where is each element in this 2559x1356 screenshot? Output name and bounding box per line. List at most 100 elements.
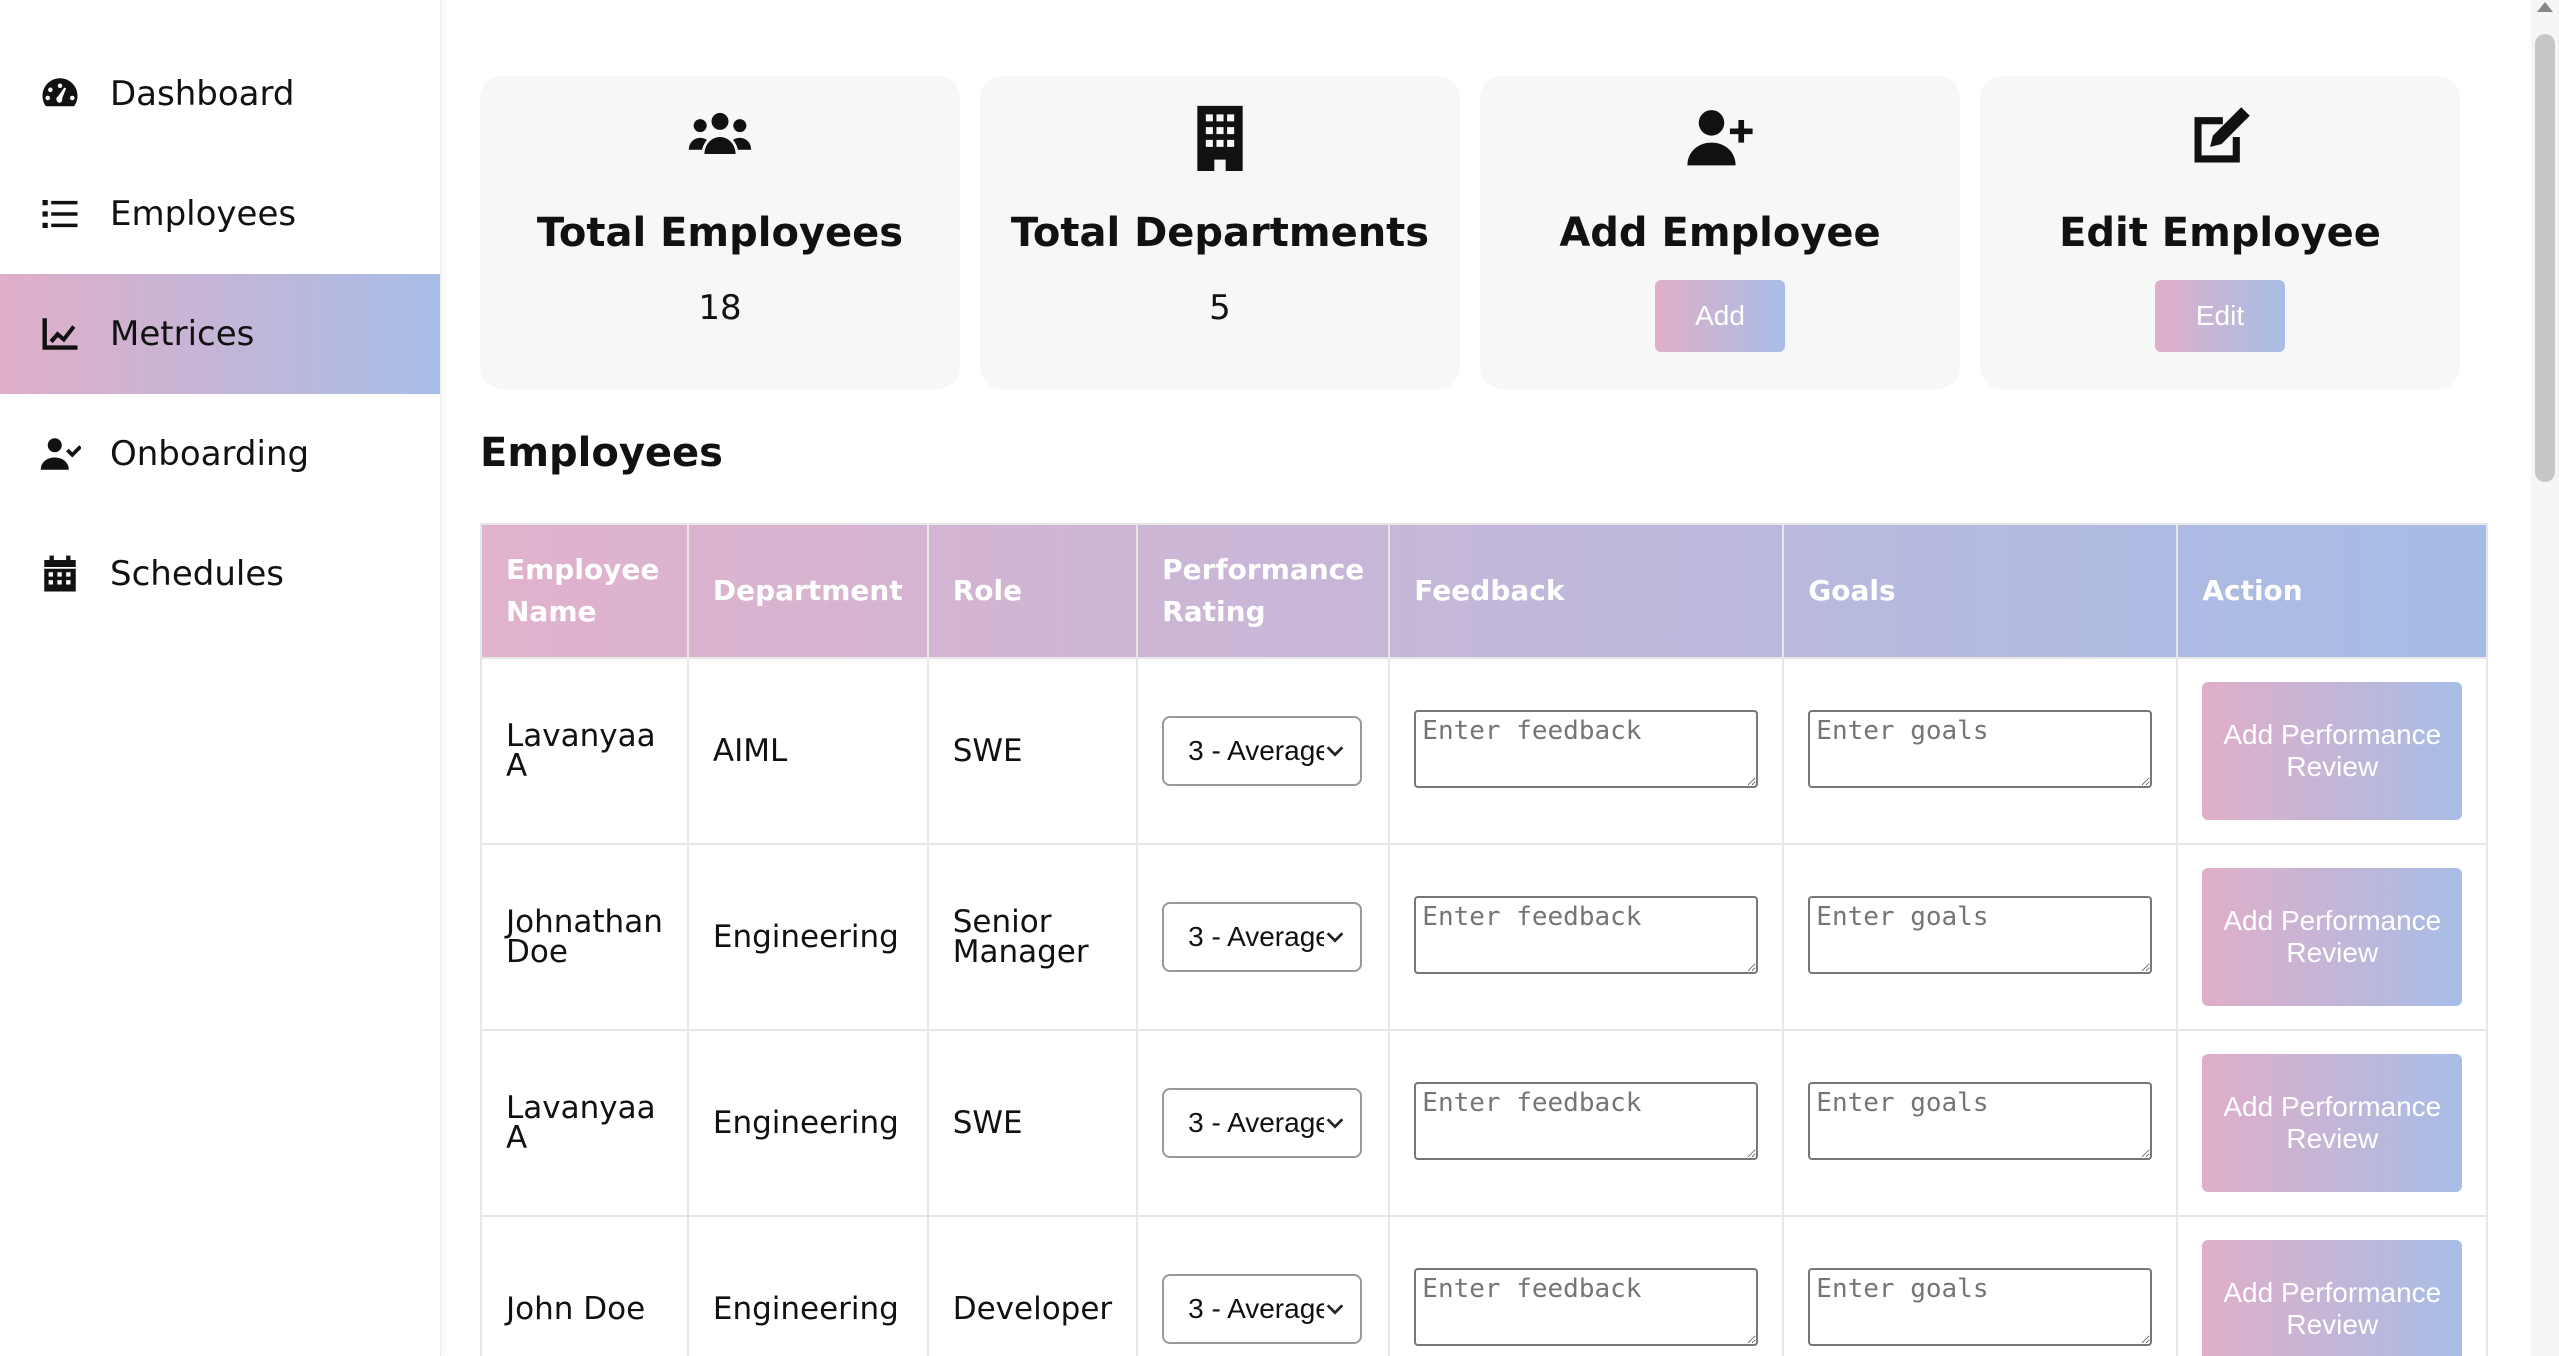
feedback-cell	[1388, 843, 1785, 1031]
sidebar-item-metrices[interactable]: Metrices	[0, 274, 440, 394]
department-cell: Engineering	[686, 843, 929, 1031]
feedback-input[interactable]	[1414, 1267, 1759, 1346]
edit-employee-button[interactable]: Edit	[2155, 280, 2285, 352]
sidebar-item-label: Employees	[110, 194, 297, 234]
feedback-cell	[1388, 1029, 1785, 1217]
total-employees-card: Total Employees 18	[480, 76, 960, 389]
goals-cell	[1782, 657, 2179, 845]
feedback-input[interactable]	[1414, 709, 1759, 788]
add-performance-review-button[interactable]: Add Performance Review	[2202, 868, 2463, 1006]
sidebar-item-employees[interactable]: Employees	[0, 154, 440, 274]
feedback-input[interactable]	[1414, 895, 1759, 974]
goals-input[interactable]	[1808, 895, 2153, 974]
role-cell: SWE	[926, 657, 1139, 845]
rating-select-value: 3 - Average	[1188, 1108, 1325, 1138]
add-performance-review-button[interactable]: Add Performance Review	[2202, 682, 2463, 820]
add-employee-card: Add Employee Add	[1480, 76, 1960, 389]
chevron-down-icon	[1324, 738, 1350, 764]
rating-cell: 3 - Average	[1136, 657, 1391, 845]
goals-input[interactable]	[1808, 1267, 2153, 1346]
total-employees-value: 18	[698, 288, 742, 328]
building-icon	[1185, 102, 1255, 172]
action-cell: Add Performance Review	[2176, 657, 2489, 845]
card-title: Total Employees	[536, 210, 904, 256]
action-cell: Add Performance Review	[2176, 1215, 2489, 1356]
table-row: Johnathan Doe Engineering Senior Manager…	[480, 843, 2489, 1031]
action-cell: Add Performance Review	[2176, 843, 2489, 1031]
chevron-down-icon	[1324, 1296, 1350, 1322]
role-cell: Senior Manager	[926, 843, 1139, 1031]
card-title: Edit Employee	[2059, 210, 2381, 256]
column-header: Goals	[1782, 523, 2179, 659]
scroll-up-arrow-icon[interactable]	[2537, 2, 2553, 12]
feedback-cell	[1388, 657, 1785, 845]
employee-name-cell: Johnathan Doe	[480, 843, 689, 1031]
sidebar-item-dashboard[interactable]: Dashboard	[0, 34, 440, 154]
table-header-row: Employee Name Department Role Performanc…	[480, 523, 2489, 659]
column-header: Department	[686, 523, 929, 659]
rating-select[interactable]: 3 - Average	[1162, 1274, 1363, 1344]
rating-cell: 3 - Average	[1136, 1029, 1391, 1217]
employee-name-cell: Lavanyaa A	[480, 1029, 689, 1217]
goals-input[interactable]	[1808, 709, 2153, 788]
add-employee-button[interactable]: Add	[1655, 280, 1785, 352]
rating-select[interactable]: 3 - Average	[1162, 1088, 1363, 1158]
scroll-thumb[interactable]	[2535, 34, 2555, 482]
column-header: Feedback	[1388, 523, 1785, 659]
sidebar: Dashboard Employees Metrices Onboarding …	[0, 0, 441, 1356]
column-header: Employee Name	[480, 523, 689, 659]
add-performance-review-button[interactable]: Add Performance Review	[2202, 1054, 2463, 1192]
feedback-input[interactable]	[1414, 1081, 1759, 1160]
role-cell: SWE	[926, 1029, 1139, 1217]
total-departments-card: Total Departments 5	[980, 76, 1460, 389]
user-check-icon	[38, 432, 82, 476]
rating-select-value: 3 - Average	[1188, 1294, 1325, 1324]
sidebar-item-onboarding[interactable]: Onboarding	[0, 394, 440, 514]
rating-select-value: 3 - Average	[1188, 922, 1325, 952]
goals-input[interactable]	[1808, 1081, 2153, 1160]
vertical-scrollbar[interactable]	[2531, 0, 2559, 1356]
chevron-down-icon	[1324, 1110, 1350, 1136]
employee-name-cell: John Doe	[480, 1215, 689, 1356]
sidebar-item-label: Schedules	[110, 554, 284, 594]
goals-cell	[1782, 843, 2179, 1031]
feedback-cell	[1388, 1215, 1785, 1356]
table-row: Lavanyaa A AIML SWE 3 - Average Add Perf…	[480, 657, 2489, 845]
sidebar-item-schedules[interactable]: Schedules	[0, 514, 440, 634]
sidebar-item-label: Dashboard	[110, 74, 295, 114]
rating-cell: 3 - Average	[1136, 843, 1391, 1031]
action-cell: Add Performance Review	[2176, 1029, 2489, 1217]
users-icon	[685, 102, 755, 172]
section-title: Employees	[480, 430, 723, 476]
table-row: John Doe Engineering Developer 3 - Avera…	[480, 1215, 2489, 1356]
user-plus-icon	[1685, 102, 1755, 172]
chevron-down-icon	[1324, 924, 1350, 950]
role-cell: Developer	[926, 1215, 1139, 1356]
department-cell: Engineering	[686, 1029, 929, 1217]
column-header: Action	[2176, 523, 2489, 659]
edit-icon	[2185, 102, 2255, 172]
employee-name-cell: Lavanyaa A	[480, 657, 689, 845]
main-content: Total Employees 18 Total Departments 5 A…	[442, 0, 2531, 1356]
card-title: Add Employee	[1559, 210, 1881, 256]
sidebar-item-label: Onboarding	[110, 434, 310, 474]
add-performance-review-button[interactable]: Add Performance Review	[2202, 1240, 2463, 1356]
department-cell: Engineering	[686, 1215, 929, 1356]
column-header: Role	[926, 523, 1139, 659]
rating-select[interactable]: 3 - Average	[1162, 902, 1363, 972]
card-title: Total Departments	[1010, 210, 1430, 256]
rating-select[interactable]: 3 - Average	[1162, 716, 1363, 786]
summary-cards: Total Employees 18 Total Departments 5 A…	[480, 76, 2460, 389]
sidebar-item-label: Metrices	[110, 314, 255, 354]
calendar-icon	[38, 552, 82, 596]
total-departments-value: 5	[1209, 288, 1231, 328]
gauge-icon	[38, 72, 82, 116]
rating-select-value: 3 - Average	[1188, 736, 1325, 766]
chart-line-icon	[38, 312, 82, 356]
table-row: Lavanyaa A Engineering SWE 3 - Average A…	[480, 1029, 2489, 1217]
goals-cell	[1782, 1029, 2179, 1217]
employees-table: Employee Name Department Role Performanc…	[480, 523, 2489, 1356]
list-icon	[38, 192, 82, 236]
goals-cell	[1782, 1215, 2179, 1356]
column-header: Performance Rating	[1136, 523, 1391, 659]
